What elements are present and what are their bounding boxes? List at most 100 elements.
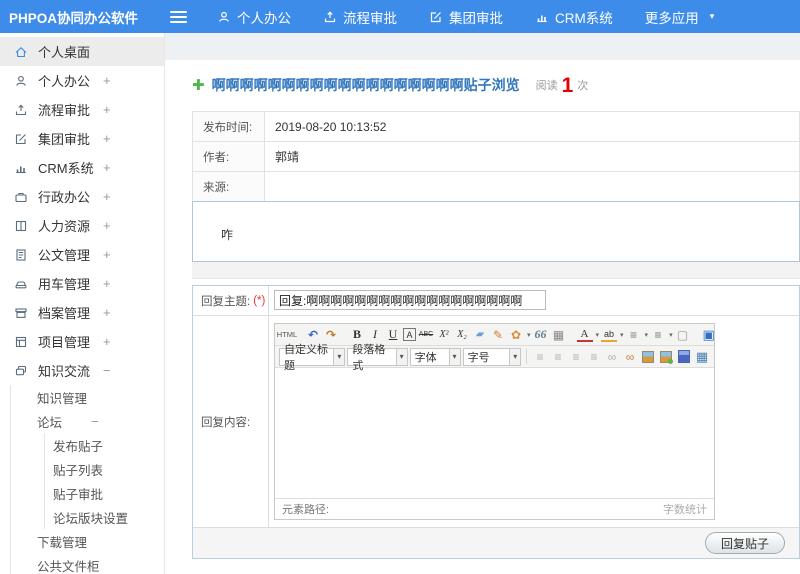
nav-crm-system[interactable]: CRM系统 (535, 7, 613, 27)
nav-more-apps[interactable]: 更多应用 ▾ (645, 7, 715, 27)
sidebar-subitem-label: 知识管理 (37, 391, 88, 406)
sidebar-item-workflow-approval[interactable]: 流程审批 + (0, 95, 164, 124)
chevron-down-icon[interactable]: ▾ (645, 331, 649, 339)
ordered-list-icon[interactable]: ≡ (626, 326, 642, 343)
sidebar-item-post-create[interactable]: 发布贴子 (45, 433, 164, 457)
reply-content-label: 回复内容: (201, 416, 251, 429)
expand-plus-icon[interactable]: + (103, 102, 111, 117)
chevron-down-icon: ▾ (448, 348, 460, 365)
rich-text-editor: HTML ↶ ↷ B I U A ABC X² X₂ ▰ ✎ ✿ ▾ 66 ▦ … (274, 323, 715, 520)
link-icon[interactable]: ∞ (604, 348, 620, 365)
expand-plus-icon[interactable]: + (103, 73, 111, 88)
table-icon[interactable]: ▦ (694, 348, 710, 365)
sidebar-item-label: 个人办公 (38, 74, 91, 89)
expand-plus-icon[interactable]: + (103, 160, 111, 175)
paragraph-format-select[interactable]: 段落格式 ▾ (347, 344, 408, 372)
font-name-icon[interactable]: A (403, 328, 416, 341)
sidebar-item-group-approval[interactable]: 集团审批 + (0, 124, 164, 153)
sidebar-item-knowledge-mgmt[interactable]: 知识管理 (11, 385, 164, 409)
editor-content-area[interactable] (275, 368, 714, 498)
sidebar-item-knowledge-exchange[interactable]: 知识交流 − (0, 356, 164, 385)
format-brush-icon[interactable]: ✎ (490, 326, 506, 343)
nav-personal-office[interactable]: 个人办公 (217, 7, 291, 27)
insert-image-icon[interactable] (660, 350, 674, 364)
collapse-minus-icon[interactable]: − (103, 363, 111, 378)
app-brand: PHPOA协同办公软件 (9, 10, 139, 26)
word-count-label[interactable]: 字数统计 (663, 501, 707, 517)
font-color-icon[interactable]: A (576, 328, 593, 342)
read-label: 阅读 (535, 80, 558, 92)
custom-title-select[interactable]: 自定义标题 ▾ (279, 344, 346, 372)
unlink-icon[interactable]: ∞ (622, 348, 638, 365)
media-icon[interactable] (678, 350, 691, 363)
nav-label: 个人办公 (237, 10, 291, 26)
reply-form-footer: 回复贴子 (193, 527, 799, 558)
align-center-icon[interactable]: ≡ (550, 348, 566, 365)
chevron-down-icon: ▾ (709, 11, 715, 21)
page-title: 啊啊啊啊啊啊啊啊啊啊啊啊啊啊啊啊啊啊贴子浏览 (211, 77, 520, 93)
expand-plus-icon[interactable]: + (103, 247, 111, 262)
editor-toolbar-row1: HTML ↶ ↷ B I U A ABC X² X₂ ▰ ✎ ✿ ▾ 66 ▦ … (275, 324, 717, 346)
author-label: 作者: (192, 141, 265, 172)
align-left-icon[interactable]: ≡ (532, 348, 548, 365)
post-content-text: 咋 (221, 228, 234, 242)
author-value: 郭靖 (264, 141, 800, 172)
expand-plus-icon[interactable]: + (103, 305, 111, 320)
sidebar-item-archive-mgmt[interactable]: 档案管理 + (0, 298, 164, 327)
remove-format-icon[interactable]: ▰ (470, 326, 490, 343)
new-page-icon[interactable]: ▢ (675, 326, 691, 343)
sidebar-item-desktop[interactable]: 个人桌面 (0, 37, 164, 66)
sidebar-item-public-file-cabinet[interactable]: 公共文件柜 (11, 553, 164, 574)
subscript-icon[interactable]: X₂ (454, 326, 470, 343)
sidebar-item-hr[interactable]: 人力资源 + (0, 211, 164, 240)
image-icon[interactable] (642, 350, 655, 363)
publish-time-label: 发布时间: (192, 111, 265, 142)
align-justify-icon[interactable]: ≡ (586, 348, 602, 365)
font-family-select[interactable]: 字体 ▾ (409, 347, 461, 366)
nav-group-approval[interactable]: 集团审批 (429, 7, 503, 27)
sidebar-item-document-mgmt[interactable]: 公文管理 + (0, 240, 164, 269)
strikethrough-icon[interactable]: ABC (418, 326, 434, 343)
superscript-icon[interactable]: X² (436, 326, 452, 343)
chevron-down-icon[interactable]: ▾ (620, 331, 624, 339)
reply-subject-label-cell: 回复主题: (*) (193, 286, 269, 315)
collapse-minus-icon[interactable]: − (91, 414, 99, 429)
chevron-down-icon[interactable]: ▾ (527, 331, 531, 339)
expand-plus-icon[interactable]: + (103, 131, 111, 146)
post-content-box: 咋 (192, 201, 800, 262)
add-icon[interactable]: ✚ (192, 76, 205, 94)
highlight-color-icon[interactable]: ab (601, 328, 618, 342)
align-right-icon[interactable]: ≡ (568, 348, 584, 365)
menu-icon[interactable] (170, 10, 187, 23)
reply-subject-input[interactable] (274, 290, 546, 310)
chevron-down-icon[interactable]: ▾ (596, 331, 600, 339)
fullscreen-icon[interactable]: ▣ (701, 326, 717, 343)
sidebar-item-forum[interactable]: 论坛 − (11, 409, 164, 433)
font-size-select[interactable]: 字号 ▾ (462, 347, 522, 366)
blockquote-icon[interactable]: 66 (533, 326, 549, 343)
sidebar-subitem-label: 发布贴子 (53, 439, 104, 454)
sidebar-item-personal-office[interactable]: 个人办公 + (0, 66, 164, 95)
expand-plus-icon[interactable]: + (103, 218, 111, 233)
post-title-row: ✚ 啊啊啊啊啊啊啊啊啊啊啊啊啊啊啊啊啊啊贴子浏览 阅读 1 次 (192, 72, 800, 98)
sidebar-item-post-list[interactable]: 贴子列表 (45, 457, 164, 481)
sidebar-item-project-mgmt[interactable]: 项目管理 + (0, 327, 164, 356)
chevron-down-icon[interactable]: ▾ (669, 331, 673, 339)
unordered-list-icon[interactable]: ≡ (650, 326, 666, 343)
expand-plus-icon[interactable]: + (103, 276, 111, 291)
sidebar-item-vehicle-mgmt[interactable]: 用车管理 + (0, 269, 164, 298)
nav-workflow-approval[interactable]: 流程审批 (323, 7, 397, 27)
user-icon (217, 10, 231, 24)
sidebar-item-download-mgmt[interactable]: 下载管理 (11, 529, 164, 553)
expand-plus-icon[interactable]: + (103, 334, 111, 349)
expand-plus-icon[interactable]: + (103, 189, 111, 204)
reply-submit-button[interactable]: 回复贴子 (704, 532, 785, 554)
sidebar-item-admin-office[interactable]: 行政办公 + (0, 182, 164, 211)
sidebar-item-post-approval[interactable]: 贴子审批 (45, 481, 164, 505)
sidebar-item-forum-board-settings[interactable]: 论坛版块设置 (45, 505, 164, 529)
sidebar-item-label: 知识交流 (38, 364, 91, 379)
fill-color-icon[interactable]: ✿ (508, 326, 524, 343)
knowledge-submenu: 知识管理 论坛 − 发布贴子 贴子列表 贴子审批 论坛版块设置 下载管理 公共文… (10, 385, 164, 574)
insert-date-icon[interactable]: ▦ (551, 326, 567, 343)
sidebar-item-crm-system[interactable]: CRM系统 + (0, 153, 164, 182)
